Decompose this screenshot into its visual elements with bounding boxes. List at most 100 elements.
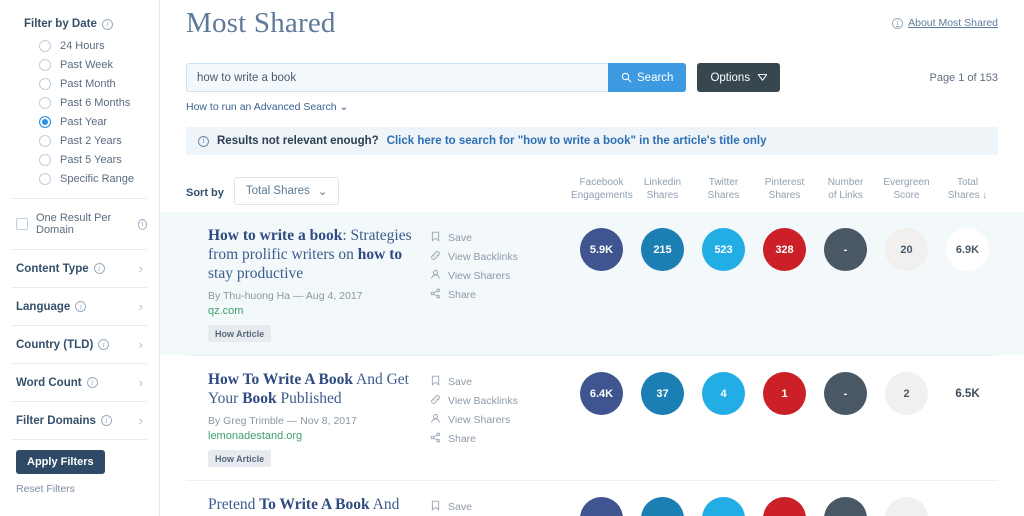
result-title-link[interactable]: How to write a book: Strategies from pro… [208,226,430,283]
date-filter-label: Past Month [60,77,116,90]
result-domain-link[interactable]: lemonadestand.org [208,430,430,442]
metric-cell-twitter: 4 [693,372,754,415]
column-header-line1: Evergreen [883,177,930,188]
column-header[interactable]: Number of Links [815,176,876,205]
result-author: By Greg Trimble [208,415,284,427]
column-header-line1: Number [827,177,864,188]
date-filter-option[interactable]: Past Year [12,112,147,131]
info-icon[interactable]: i [98,339,110,350]
result-info: How To Write A Book And Get Your Book Pu… [186,370,430,467]
action-share[interactable]: Share [430,285,540,304]
date-filter-option[interactable]: Past Week [12,55,147,74]
result-title-link[interactable]: How To Write A Book And Get Your Book Pu… [208,370,430,408]
info-icon[interactable]: i [101,18,113,30]
date-filter-option[interactable]: Past 2 Years [12,131,147,150]
result-date: Nov 8, 2017 [300,415,357,427]
date-filter-option[interactable]: Past Month [12,74,147,93]
relevance-notice: i Results not relevant enough? Click her… [186,127,998,155]
result-title-link[interactable]: Pretend To Write A Book And We'll Guess … [208,495,430,516]
column-headers: Facebook Engagements Linkedin Shares Twitter… [571,176,998,205]
advanced-search-link[interactable]: How to run an Advanced Search ⌄ [186,101,998,113]
metric-cell-twitter [693,497,754,516]
metric-bubble-total: 6.9K [946,228,989,271]
metric-bubble-links [824,497,867,516]
column-header[interactable]: Facebook Engagements [571,176,633,205]
metric-cell-total: 6.9K [937,228,998,271]
action-save[interactable]: Save [430,228,540,247]
reset-filters-link[interactable]: Reset Filters [16,483,143,495]
radio-button[interactable] [39,134,51,147]
action-label: Save [448,231,472,244]
filter-section-filter-domains[interactable]: Filter Domains i › [12,401,147,439]
result-row[interactable]: Pretend To Write A Book And We'll Guess … [186,481,998,516]
metric-cell-links [815,497,876,516]
apply-filters-button[interactable]: Apply Filters [16,450,105,474]
about-link-label: About Most Shared [908,17,998,29]
metric-bubble-evergreen: 20 [885,228,928,271]
action-view-backlinks[interactable]: View Backlinks [430,247,540,266]
sort-by-select[interactable]: Total Shares ⌄ [233,177,340,205]
metric-bubble-evergreen [885,497,928,516]
info-icon[interactable]: i [137,218,147,230]
action-save[interactable]: Save [430,372,540,391]
column-header-line2: Engagements [571,190,633,201]
bookmark-icon [430,500,441,514]
filter-section-country-tld[interactable]: Country (TLD) i › [12,325,147,363]
info-icon[interactable]: i [86,377,98,388]
metric-cell-total: 6.5K [937,388,998,400]
date-filter-option[interactable]: Past 6 Months [12,93,147,112]
radio-button[interactable] [39,39,51,52]
filter-section-word-count[interactable]: Word Count i › [12,363,147,401]
radio-button[interactable] [39,172,51,185]
about-most-shared-link[interactable]: i About Most Shared [892,17,998,29]
action-share[interactable]: Share [430,429,540,448]
metric-cell-facebook: 5.9K [571,228,632,271]
search-button[interactable]: Search [608,63,687,92]
column-header[interactable]: Linkedin Shares [632,176,693,205]
column-header[interactable]: Twitter Shares [693,176,754,205]
column-header[interactable]: Pinterest Shares [754,176,815,205]
info-icon[interactable]: i [93,263,105,274]
chevron-right-icon: › [138,375,143,390]
result-row[interactable]: How to write a book: Strategies from pro… [160,212,1024,356]
metric-bubble-pinterest [763,497,806,516]
radio-button[interactable] [39,77,51,90]
result-domain-link[interactable]: qz.com [208,305,430,317]
title-only-search-link[interactable]: Click here to search for "how to write a… [387,135,767,147]
radio-button[interactable] [39,58,51,71]
filter-by-date-heading: Filter by Date i [12,0,147,36]
share-icon [430,432,441,446]
date-filter-option[interactable]: Specific Range [12,169,147,188]
action-view-backlinks[interactable]: View Backlinks [430,391,540,410]
action-label: Share [448,432,477,445]
options-button[interactable]: Options [697,63,781,92]
link-icon [430,250,441,264]
one-result-per-domain-checkbox[interactable] [16,218,28,230]
result-date: Aug 4, 2017 [305,290,363,302]
chevron-down-icon: ⌄ [339,101,349,113]
radio-button[interactable] [39,115,51,128]
filter-section-content-type[interactable]: Content Type i › [12,249,147,287]
action-view-sharers[interactable]: View Sharers [430,266,540,285]
date-filter-option[interactable]: 24 Hours [12,36,147,55]
action-save[interactable]: Save [430,497,540,516]
search-input[interactable] [186,63,608,92]
radio-button[interactable] [39,153,51,166]
metric-bubble-pinterest: 1 [763,372,806,415]
info-icon[interactable]: i [75,301,87,312]
filter-section-language[interactable]: Language i › [12,287,147,325]
action-view-sharers[interactable]: View Sharers [430,410,540,429]
options-button-label: Options [710,71,751,84]
info-icon[interactable]: i [100,415,112,426]
action-label: Save [448,375,472,388]
chevron-right-icon: › [138,261,143,276]
column-header[interactable]: Evergreen Score [876,176,937,205]
metric-cell-pinterest: 1 [754,372,815,415]
column-header[interactable]: Total Shares ↓ [937,176,998,205]
bookmark-icon [430,231,441,245]
result-row[interactable]: How To Write A Book And Get Your Book Pu… [186,356,998,481]
radio-button[interactable] [39,96,51,109]
date-filter-option[interactable]: Past 5 Years [12,150,147,169]
one-result-per-domain-row[interactable]: One Result Per Domain i [12,199,147,249]
result-type-badge: How Article [208,325,272,342]
